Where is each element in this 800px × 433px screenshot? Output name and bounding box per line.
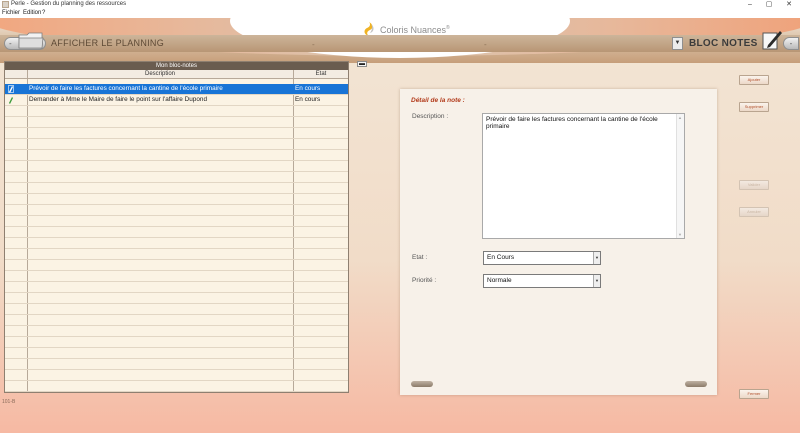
state-label: Etat : [412,254,428,261]
row-separator [5,171,348,172]
planning-minus: - [9,39,12,48]
state-select[interactable]: En Cours ▼ [483,251,601,265]
row-separator [5,215,348,216]
chevron-down-icon[interactable]: ▼ [593,252,600,264]
row-state: En cours [295,96,321,103]
logo-text: Coloris Nuances® [380,25,450,35]
row-separator [5,204,348,205]
column-state[interactable]: Etat [294,70,348,79]
priority-label: Priorité : [412,277,437,284]
column-description[interactable]: Description [27,70,293,79]
column-divider [27,70,28,392]
scroll-down-icon[interactable]: ▼ [678,232,682,237]
row-separator [5,259,348,260]
row-state: En cours [295,85,321,92]
table-header: Description Etat [5,70,348,79]
notes-table: Mon bloc-notes Description Etat Prévoir … [4,61,349,393]
note-pen-icon [9,97,13,104]
window-title: Perle - Gestion du planning des ressourc… [11,1,127,7]
note-pen-icon [8,85,14,93]
column-divider [293,70,294,392]
table-title: Mon bloc-notes [5,62,348,70]
minimize-button[interactable]: – [740,0,760,9]
description-scrollbar[interactable]: ▲ ▼ [676,114,684,238]
maximize-button[interactable]: ▢ [759,0,779,9]
notes-bar-sep: - [484,40,487,49]
menu-help[interactable]: ? [42,9,45,17]
state-value: En Cours [487,254,515,261]
row-separator [5,347,348,348]
row-description: Prévoir de faire les factures concernant… [29,85,223,92]
row-separator [5,105,348,106]
version-label: 101-B [2,399,16,405]
logo-registered: ® [446,25,450,31]
row-separator [5,325,348,326]
row-separator [5,281,348,282]
priority-value: Normale [487,277,512,284]
logo-name: Coloris Nuances [380,25,447,35]
row-description: Demander à Mme le Maire de faire le poin… [29,96,207,103]
add-button[interactable]: Ajouter [739,75,769,85]
row-separator [5,160,348,161]
row-separator [5,336,348,337]
description-value: Prévoir de faire les factures concernant… [486,116,658,130]
row-separator [5,292,348,293]
planning-bar-end: - [312,40,315,49]
collapse-button[interactable]: ▬ [357,61,367,67]
previous-note-button[interactable] [411,381,433,387]
validate-button[interactable]: Valider [739,180,769,190]
notepad-pen-icon [762,31,782,50]
row-separator [5,116,348,117]
table-row[interactable]: Prévoir de faire les factures concernant… [5,84,348,94]
menu-edition[interactable]: Edition [23,9,41,17]
row-separator [5,270,348,271]
row-separator [5,193,348,194]
row-separator [5,127,348,128]
row-separator [5,138,348,139]
cancel-button[interactable]: Annuler [739,207,769,217]
notes-collapse-button[interactable]: - [783,37,799,50]
bloc-notes-title: BLOC NOTES [689,38,758,49]
chevron-down-icon[interactable]: ▼ [593,275,600,287]
row-separator [5,380,348,381]
next-note-button[interactable] [685,381,707,387]
row-separator [5,237,348,238]
row-separator [5,369,348,370]
close-button[interactable]: Fermer [739,389,769,399]
show-planning-title[interactable]: AFFICHER LE PLANNING [51,38,164,48]
close-window-button[interactable]: ✕ [779,0,799,9]
row-separator [5,248,348,249]
description-label: Description : [412,113,449,120]
table-row[interactable]: Demander à Mme le Maire de faire le poin… [5,95,348,105]
row-separator [5,226,348,227]
detail-title: Détail de la note : [411,97,465,104]
scroll-up-icon[interactable]: ▲ [678,115,682,120]
delete-button[interactable]: Supprimer [739,102,769,112]
menu-fichier[interactable]: Fichier [2,9,20,17]
menu-bar: Fichier Edition ? [0,9,800,18]
app-icon [2,1,9,8]
row-separator [5,149,348,150]
row-separator [5,358,348,359]
row-separator [5,303,348,304]
title-bar: Perle - Gestion du planning des ressourc… [0,0,800,9]
row-separator [5,391,348,392]
notes-dropdown-button[interactable]: ▼ [672,37,683,50]
description-textarea[interactable]: Prévoir de faire les factures concernant… [482,113,685,239]
row-separator [5,182,348,183]
folder-icon [18,32,44,49]
row-separator [5,314,348,315]
priority-select[interactable]: Normale ▼ [483,274,601,288]
